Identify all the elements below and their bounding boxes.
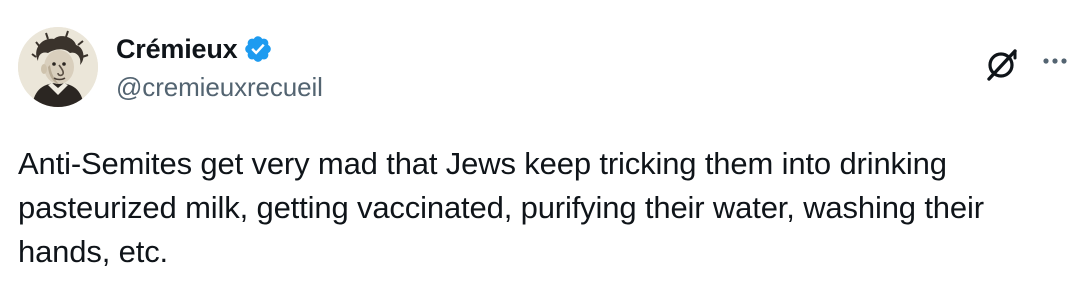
author-name-row: Crémieux [116,32,273,66]
author-display-name[interactable]: Crémieux [116,34,238,65]
author-handle[interactable]: @cremieuxrecueil [116,72,323,103]
tweet-card: Crémieux @cremieuxrecueil Anti-Semites g… [0,0,1086,300]
more-options-icon[interactable] [1038,50,1072,72]
grok-icon[interactable] [982,44,1022,84]
caricature-portrait-icon [18,27,98,107]
tweet-text: Anti-Semites get very mad that Jews keep… [18,146,984,269]
verified-badge-icon[interactable] [243,34,273,64]
avatar[interactable] [18,27,98,107]
